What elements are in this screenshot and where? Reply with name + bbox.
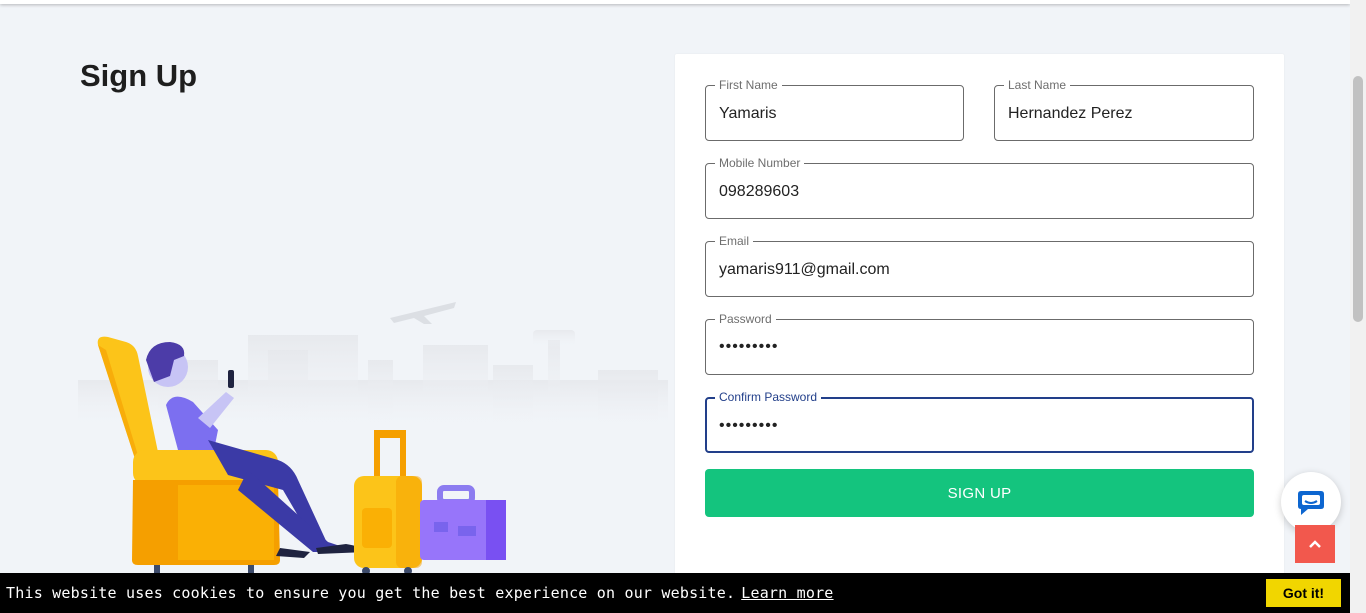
cookie-accept-button[interactable]: Got it! [1266, 579, 1341, 607]
traveler-illustration [78, 302, 668, 575]
chat-bubble-icon [1298, 491, 1324, 515]
email-value: yamaris911@gmail.com [719, 261, 890, 278]
airplane-icon [390, 302, 456, 324]
mobile-number-label: Mobile Number [715, 155, 805, 171]
mobile-number-field[interactable]: Mobile Number 098289603 [705, 155, 1254, 219]
cookie-message-container: This website uses cookies to ensure you … [6, 584, 834, 602]
email-label: Email [715, 233, 754, 249]
first-name-value: Yamaris [719, 105, 777, 122]
password-value: ••••••••• [719, 338, 779, 355]
signup-form-card: First Name Yamaris Last Name Hernandez P… [675, 54, 1284, 594]
chat-widget-button[interactable] [1281, 472, 1341, 532]
email-field[interactable]: Email yamaris911@gmail.com [705, 233, 1254, 297]
page-scrollbar[interactable] [1350, 0, 1366, 613]
top-header-bar [0, 0, 1350, 4]
first-name-field[interactable]: First Name Yamaris [705, 77, 964, 141]
password-label: Password [715, 311, 776, 327]
learn-more-link[interactable]: Learn more [741, 584, 833, 602]
last-name-label: Last Name [1004, 77, 1071, 93]
first-name-label: First Name [715, 77, 782, 93]
confirm-password-value: ••••••••• [719, 417, 779, 434]
mobile-number-value: 098289603 [719, 183, 800, 200]
scrollbar-thumb[interactable] [1353, 76, 1363, 322]
cookie-message: This website uses cookies to ensure you … [6, 584, 736, 602]
confirm-password-label: Confirm Password [715, 389, 822, 405]
confirm-password-field[interactable]: Confirm Password ••••••••• [705, 389, 1254, 453]
last-name-field[interactable]: Last Name Hernandez Perez [994, 77, 1254, 141]
password-field[interactable]: Password ••••••••• [705, 311, 1254, 375]
cookie-consent-banner: This website uses cookies to ensure you … [0, 573, 1350, 613]
last-name-value: Hernandez Perez [1008, 105, 1133, 122]
sign-up-button[interactable]: SIGN UP [705, 469, 1254, 517]
chevron-up-icon [1309, 540, 1321, 548]
scroll-to-top-button[interactable] [1295, 525, 1335, 563]
page-title: Sign Up [80, 58, 198, 93]
